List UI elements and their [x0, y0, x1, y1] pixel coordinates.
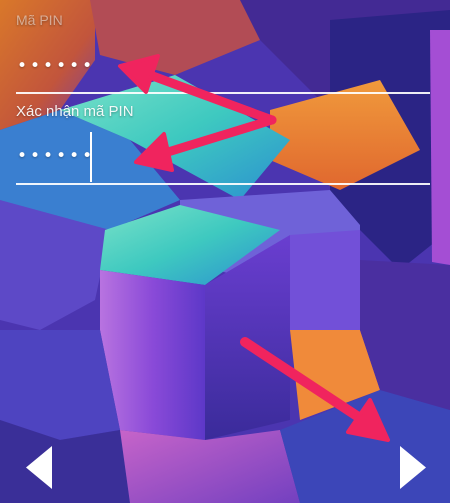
next-button[interactable]: [392, 440, 432, 495]
confirm-pin-underline: [16, 183, 430, 185]
chevron-right-icon: [400, 446, 426, 489]
pin-input[interactable]: ••••••: [17, 56, 95, 76]
back-button[interactable]: [20, 440, 60, 495]
confirm-pin-input[interactable]: ••••••: [17, 146, 95, 166]
pin-input-underline: [16, 92, 430, 94]
confirm-pin-label: Xác nhận mã PIN: [16, 103, 134, 120]
chevron-left-icon: [26, 446, 52, 489]
pin-setup-screen: Mã PIN •••••• Xác nhận mã PIN ••••••: [0, 0, 450, 503]
text-cursor: [90, 132, 92, 182]
pin-field-label: Mã PIN: [16, 12, 63, 28]
